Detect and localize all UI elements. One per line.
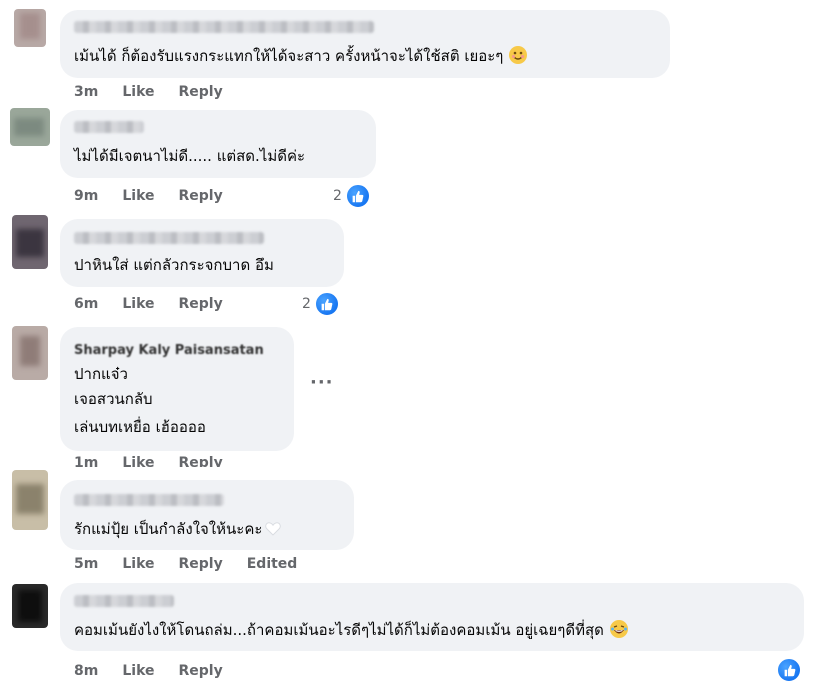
comment-text: รักแม่ปุ้ย เป็นกำลังใจให้นะคะ xyxy=(74,516,282,544)
white-heart-icon xyxy=(265,518,282,544)
author-name-redacted[interactable] xyxy=(74,595,174,607)
comment-text: เม้นได้ ก็ต้องรับแรงกระแทกให้ได้จะสาว คร… xyxy=(74,43,528,69)
avatar[interactable] xyxy=(10,108,50,146)
author-name-redacted[interactable] xyxy=(74,232,264,244)
timestamp[interactable]: 5m xyxy=(74,556,98,572)
reply-button[interactable]: Reply xyxy=(179,663,223,679)
avatar[interactable] xyxy=(12,470,48,530)
timestamp[interactable]: 3m xyxy=(74,84,98,100)
comment-bubble: ปาหินใส่ แต่กลัวกระจกบาด อึม xyxy=(60,219,344,287)
comment-actions: 3m Like Reply xyxy=(74,84,223,100)
comment-bubble: คอมเม้นยังไงให้โดนถล่ม...ถ้าคอมเม้นอะไรด… xyxy=(60,583,804,651)
edited-label[interactable]: Edited xyxy=(247,556,298,572)
comment-bubble: ไม่ได้มีเจตนาไม่ดี..... แต่สด.ไม่ดีค่ะ xyxy=(60,110,376,178)
like-button[interactable]: Like xyxy=(122,663,154,679)
comment-text: คอมเม้นยังไงให้โดนถล่ม...ถ้าคอมเม้นอะไรด… xyxy=(74,617,628,643)
author-name-redacted[interactable] xyxy=(74,21,374,33)
comment-actions: 1m Like Reply xyxy=(74,455,223,467)
avatar[interactable] xyxy=(12,584,48,628)
laughing-face-icon xyxy=(609,620,628,638)
reply-button[interactable]: Reply xyxy=(179,84,223,100)
like-button[interactable]: Like xyxy=(122,296,154,312)
reply-button[interactable]: Reply xyxy=(179,296,223,312)
timestamp[interactable]: 8m xyxy=(74,663,98,679)
timestamp[interactable]: 9m xyxy=(74,188,98,204)
like-button[interactable]: Like xyxy=(122,556,154,572)
comment-text: ไม่ได้มีเจตนาไม่ดี..... แต่สด.ไม่ดีค่ะ xyxy=(74,147,306,165)
thumbs-up-icon xyxy=(313,291,340,317)
comment-bubble: Sharpay Kaly Paisansatan ปากแจ๋ว เจอสวนก… xyxy=(60,327,294,451)
like-button[interactable]: Like xyxy=(122,455,154,467)
comment-text: ปาหินใส่ แต่กลัวกระจกบาด อึม xyxy=(74,256,274,274)
comment-text-line: เล่นบทเหยื่อ เฮ้ออออ xyxy=(74,418,206,436)
comment-bubble: รักแม่ปุ้ย เป็นกำลังใจให้นะคะ xyxy=(60,480,354,550)
thumbs-up-icon xyxy=(344,183,371,209)
timestamp[interactable]: 6m xyxy=(74,296,98,312)
comment-bubble: เม้นได้ ก็ต้องรับแรงกระแทกให้ได้จะสาว คร… xyxy=(60,10,670,78)
like-button[interactable]: Like xyxy=(122,84,154,100)
reaction-summary[interactable] xyxy=(776,657,802,683)
avatar[interactable] xyxy=(14,9,46,47)
reply-button[interactable]: Reply xyxy=(179,188,223,204)
reaction-count: 2 xyxy=(302,296,311,312)
like-button[interactable]: Like xyxy=(122,188,154,204)
comment-actions: 5m Like Reply Edited xyxy=(74,556,297,572)
reaction-count: 2 xyxy=(333,188,342,204)
reaction-summary[interactable]: 2 xyxy=(333,183,371,209)
smiling-face-icon xyxy=(509,46,528,64)
author-name-redacted[interactable] xyxy=(74,121,144,133)
comment-actions: 8m Like Reply xyxy=(74,663,223,679)
author-name-redacted[interactable] xyxy=(74,494,224,506)
comment-text-line: ปากแจ๋ว xyxy=(74,365,128,383)
comment-text-line: เจอสวนกลับ xyxy=(74,390,153,408)
thumbs-up-icon xyxy=(776,657,802,683)
reaction-summary[interactable]: 2 xyxy=(302,291,340,317)
timestamp[interactable]: 1m xyxy=(74,455,98,467)
avatar[interactable] xyxy=(12,326,48,380)
more-options-icon[interactable]: ··· xyxy=(310,372,334,393)
reply-button[interactable]: Reply xyxy=(179,455,223,467)
comment-actions: 9m Like Reply xyxy=(74,188,223,204)
comment-actions: 6m Like Reply xyxy=(74,296,223,312)
author-name[interactable]: Sharpay Kaly Paisansatan xyxy=(74,343,264,358)
avatar[interactable] xyxy=(12,215,48,269)
reply-button[interactable]: Reply xyxy=(179,556,223,572)
